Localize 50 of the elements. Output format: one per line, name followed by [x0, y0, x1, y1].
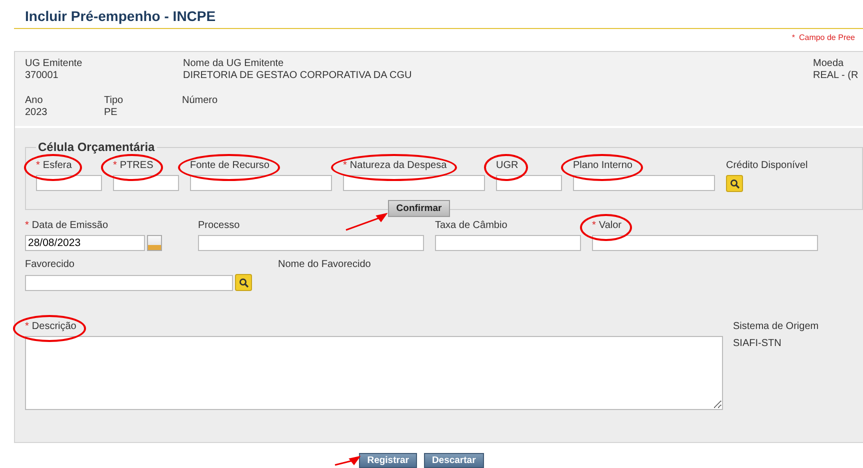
text-field[interactable] [343, 175, 485, 191]
text-field[interactable] [190, 175, 332, 191]
info-value: DIRETORIA DE GESTAO CORPORATIVA DA CGU [183, 70, 413, 81]
text-field[interactable] [496, 175, 562, 191]
text-field[interactable] [573, 175, 715, 191]
info-value: 370001 [25, 70, 60, 81]
field-label: Favorecido [25, 259, 74, 272]
required-asterisk-icon: * [792, 33, 795, 47]
field-label: Processo [198, 220, 240, 233]
field-label: UGR [496, 160, 518, 173]
field-label: * Descrição [25, 321, 76, 334]
text-field[interactable] [36, 175, 102, 191]
field-label: * Data de Emissão [25, 220, 108, 233]
search-icon [730, 178, 740, 188]
search-button[interactable] [235, 274, 252, 291]
info-label: Moeda [813, 58, 845, 69]
field-label: Taxa de Câmbio [435, 220, 508, 233]
text-field[interactable] [435, 235, 581, 251]
search-button[interactable] [726, 175, 743, 192]
search-icon [238, 278, 248, 288]
field-label: Nome do Favorecido [278, 259, 371, 272]
info-label: Nome da UG Emitente [183, 58, 285, 69]
field-label: Sistema de Origem [733, 321, 819, 332]
page-title: Incluir Pré-empenho - INCPE [25, 8, 216, 24]
action-button[interactable]: Descartar [424, 453, 484, 468]
text-field[interactable] [592, 235, 818, 251]
text-field[interactable] [113, 175, 179, 191]
info-value: PE [104, 107, 118, 118]
field-label: Crédito Disponível [726, 160, 808, 173]
field-label: Fonte de Recurso [190, 160, 270, 173]
description-field[interactable] [25, 336, 723, 410]
info-value: 2023 [25, 107, 48, 118]
action-button[interactable]: Registrar [359, 453, 417, 468]
required-field-note: Campo de Pree [798, 33, 855, 44]
field-label: Plano Interno [573, 160, 632, 173]
field-label: * Natureza da Despesa [343, 160, 447, 173]
field-label: * Valor [592, 220, 622, 233]
confirm-button[interactable]: Confirmar [388, 200, 450, 217]
date-field[interactable]: 28/08/2023 [25, 235, 145, 251]
info-label: Tipo [104, 95, 124, 106]
field-label: * PTRES [113, 160, 154, 173]
info-label: Ano [25, 95, 44, 106]
info-label: UG Emitente [25, 58, 84, 69]
info-label: Número [182, 95, 218, 106]
field-value: SIAFI-STN [733, 338, 782, 349]
info-value: REAL - (R [813, 70, 858, 81]
field-label: * Esfera [36, 160, 72, 173]
text-field[interactable] [198, 235, 424, 251]
group-title: Célula Orçamentária [37, 140, 156, 154]
text-field[interactable] [25, 274, 233, 290]
